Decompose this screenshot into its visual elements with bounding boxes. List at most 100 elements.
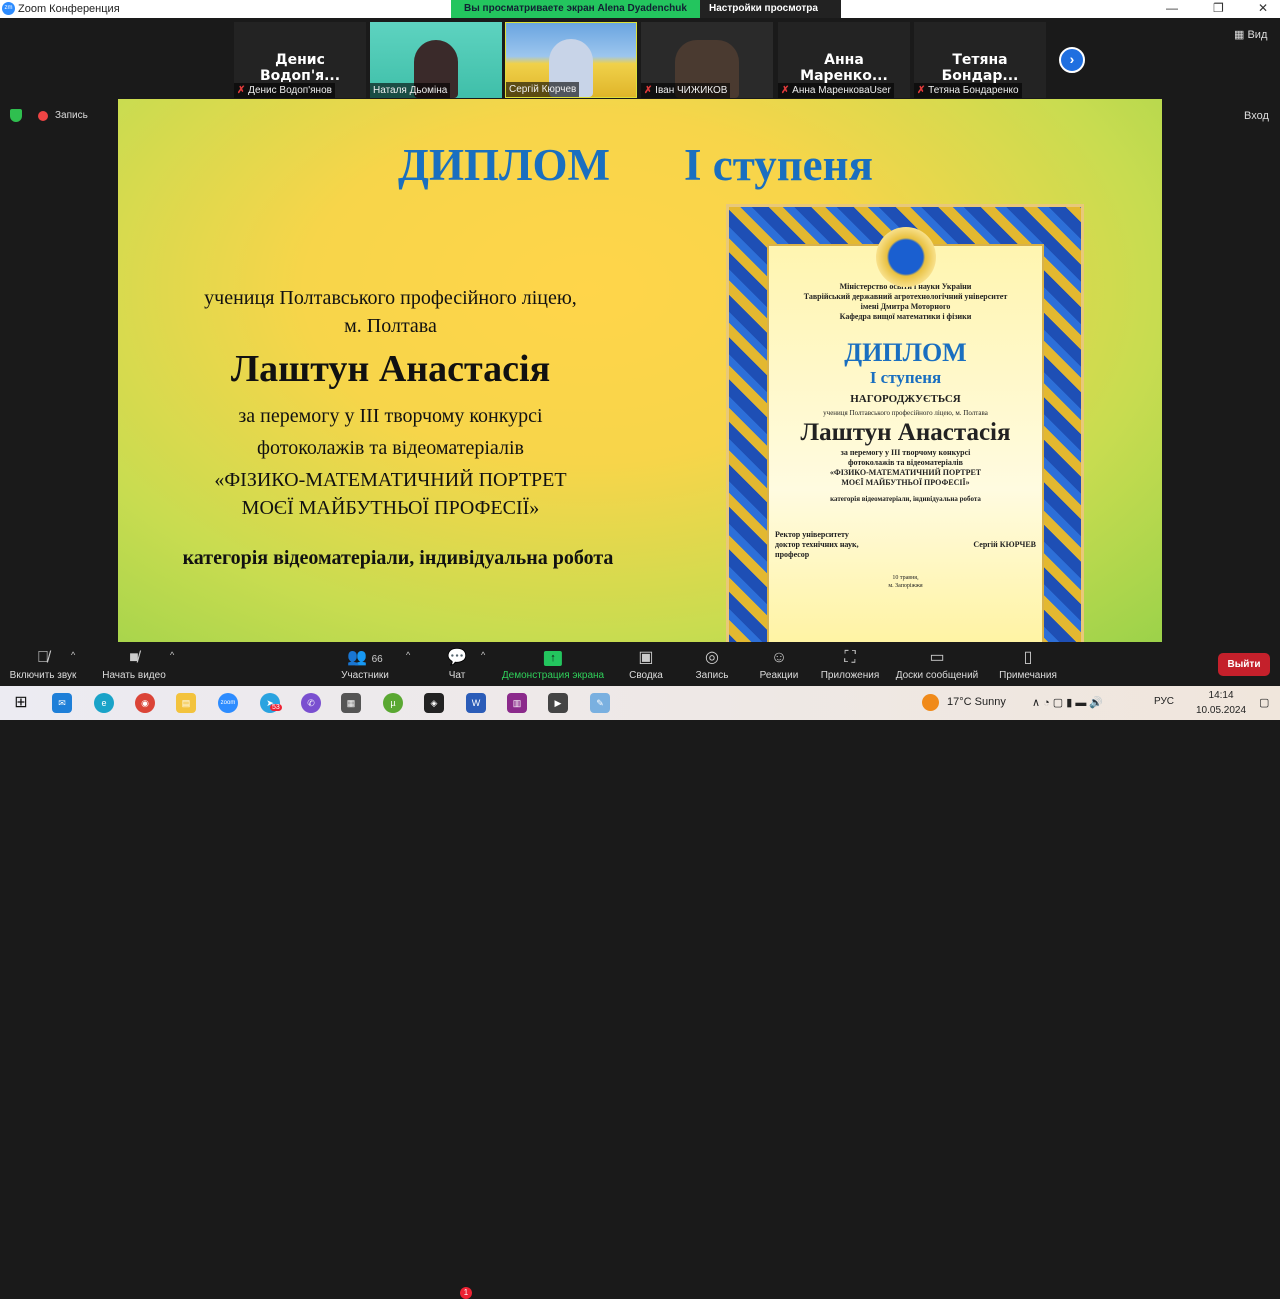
audio-options-caret[interactable]: ^ bbox=[71, 650, 75, 660]
unmute-button[interactable]: 🎙̸ Включить звук bbox=[10, 648, 77, 681]
minimize-button[interactable]: — bbox=[1166, 1, 1178, 15]
share-screen-button[interactable]: ↑ Демонстрация экрана bbox=[502, 648, 604, 681]
calculator-icon[interactable]: ▦ bbox=[341, 693, 361, 713]
next-page-chevron-icon[interactable]: › bbox=[1059, 47, 1085, 73]
notes-icon: ▯ bbox=[1023, 649, 1033, 666]
clock[interactable]: 14:14 10.05.2024 bbox=[1196, 688, 1246, 718]
tray-icons[interactable]: ∧ ◔ ▢ ▮ ▬ 🔊 bbox=[1032, 696, 1103, 709]
close-button[interactable]: ✕ bbox=[1258, 1, 1268, 15]
windows-taskbar: ⊞ ✉ e ◉ ▤ zoom ➤ 53 ✆ ▦ µ ◈ W ▥ ▶ ✎ 17°C… bbox=[0, 686, 1280, 720]
leave-button[interactable]: Выйти bbox=[1218, 653, 1270, 676]
chat-options-caret[interactable]: ^ bbox=[481, 650, 485, 660]
participants-button[interactable]: 👥 66 Участники bbox=[341, 648, 389, 681]
reactions-button[interactable]: ☺ Реакции bbox=[760, 648, 799, 681]
windows-start-icon[interactable]: ⊞ bbox=[11, 693, 31, 713]
weather-text[interactable]: 17°C Sunny bbox=[947, 696, 1006, 708]
diploma-inner: Міністерство освіти і науки УкраїниТаврі… bbox=[767, 244, 1044, 642]
media-app-icon[interactable]: ▶ bbox=[548, 693, 568, 713]
participant-name-tag: ✗ Іван ЧИЖИКОВ bbox=[641, 83, 731, 98]
muted-mic-icon: ✗ bbox=[781, 85, 790, 96]
participant-display-name: Тетяна Бондар... bbox=[941, 52, 1019, 84]
slide-body: учениця Полтавського професійного ліцею,… bbox=[148, 284, 633, 522]
slide-line: МОЄЇ МАЙБУТНЬОЇ ПРОФЕСІЇ» bbox=[241, 497, 540, 519]
notes-button[interactable]: ▯ Примечания bbox=[999, 648, 1057, 681]
record-button[interactable]: ◎ Запись bbox=[696, 648, 729, 681]
awardee-name: Лаштун Анастасія bbox=[230, 348, 551, 390]
muted-mic-icon: 🎙̸ bbox=[36, 649, 49, 666]
participant-tile[interactable]: Анна Маренко... ✗ Анна МаренковаUser bbox=[778, 22, 910, 98]
slide-line: фотоколажів та відеоматеріалів bbox=[257, 437, 524, 459]
participant-display-name: Анна Маренко... bbox=[800, 52, 888, 84]
screen-share-banner: Вы просматриваете экран Alena Dyadenchuk bbox=[451, 0, 700, 18]
participant-video-tile[interactable]: ✗ Іван ЧИЖИКОВ bbox=[641, 22, 773, 98]
window-title: Zoom Конференция bbox=[18, 3, 120, 15]
paint-icon[interactable]: ✎ bbox=[590, 693, 610, 713]
start-video-button[interactable]: ■̸ Начать видео bbox=[102, 648, 166, 681]
notifications-icon[interactable]: ▢ bbox=[1259, 696, 1269, 709]
telegram-badge: 53 bbox=[270, 704, 282, 711]
chrome-icon[interactable]: ◉ bbox=[135, 693, 155, 713]
slide-line: за перемогу у ІІІ творчому конкурсі bbox=[238, 405, 543, 427]
apps-icon: ⛶ bbox=[844, 649, 856, 666]
security-shield-icon[interactable] bbox=[10, 109, 22, 122]
view-button[interactable]: ▦ Вид bbox=[1234, 28, 1267, 41]
word-icon[interactable]: W bbox=[466, 693, 486, 713]
meeting-toolbar: 🎙̸ Включить звук ^ ■̸ Начать видео ^ 👥 66 У… bbox=[0, 642, 1280, 1299]
chat-button[interactable]: 💬 Чат bbox=[447, 648, 467, 681]
record-icon: ◎ bbox=[705, 649, 719, 666]
exit-fullscreen-button[interactable]: Вход bbox=[1244, 110, 1269, 122]
participants-options-caret[interactable]: ^ bbox=[406, 650, 410, 660]
utorrent-icon[interactable]: µ bbox=[383, 693, 403, 713]
participant-name-tag: Наталя Дьоміна bbox=[370, 83, 451, 98]
diploma-image: Міністерство освіти і науки УкраїниТаврі… bbox=[726, 204, 1084, 642]
muted-mic-icon: ✗ bbox=[237, 85, 246, 96]
whiteboard-icon: ▭ bbox=[929, 649, 945, 666]
slide-line: учениця Полтавського професійного ліцею, bbox=[204, 287, 577, 309]
video-options-caret[interactable]: ^ bbox=[170, 650, 174, 660]
slide-line: «ФІЗИКО-МАТЕМАТИЧНИЙ ПОРТРЕТ bbox=[214, 469, 567, 491]
recording-icon bbox=[38, 111, 48, 121]
viber-icon[interactable]: ✆ bbox=[301, 693, 321, 713]
summary-icon: ▣ bbox=[638, 649, 654, 666]
smiley-icon: ☺ bbox=[770, 649, 788, 666]
participant-name-tag: ✗ Анна МаренковаUser bbox=[778, 83, 894, 98]
grid-icon: ▦ bbox=[1234, 29, 1245, 41]
edge-icon[interactable]: e bbox=[94, 693, 114, 713]
zoom-logo-icon: zm bbox=[2, 2, 15, 15]
participant-video-tile[interactable]: Сергій Кюрчев bbox=[505, 22, 637, 98]
people-icon: 👥 bbox=[347, 649, 368, 666]
participant-name-tag: Сергій Кюрчев bbox=[506, 82, 580, 97]
share-arrow-icon: ↑ bbox=[544, 651, 562, 666]
view-settings-button[interactable]: Настройки просмотра ⌄ bbox=[700, 0, 841, 32]
view-settings-label: Настройки просмотра bbox=[709, 3, 818, 14]
diploma-emblem bbox=[876, 227, 936, 287]
slide-line: м. Полтава bbox=[344, 315, 437, 337]
slide-category: категорія відеоматеріали, індивідуальна … bbox=[182, 547, 614, 569]
summary-button[interactable]: ▣ Сводка bbox=[629, 648, 663, 681]
file-explorer-icon[interactable]: ▤ bbox=[176, 693, 196, 713]
participant-tile[interactable]: Тетяна Бондар... ✗ Тетяна Бондаренко bbox=[914, 22, 1046, 98]
participant-name-tag: ✗ Тетяна Бондаренко bbox=[914, 83, 1022, 98]
whiteboards-button[interactable]: ▭ Доски сообщений bbox=[896, 648, 979, 681]
muted-mic-icon: ✗ bbox=[917, 85, 926, 96]
participant-display-name: Денис Водоп'я... bbox=[259, 52, 341, 84]
winrar-icon[interactable]: ▥ bbox=[507, 693, 527, 713]
weather-sun-icon[interactable] bbox=[922, 694, 939, 711]
chat-icon: 💬 bbox=[447, 649, 467, 666]
apps-button[interactable]: ⛶ Приложения bbox=[821, 648, 880, 681]
shared-screen: ДИПЛОМ І ступеня учениця Полтавського пр… bbox=[118, 99, 1162, 642]
maximize-button[interactable]: ❐ bbox=[1213, 1, 1224, 15]
participant-tile[interactable]: Денис Водоп'я... ✗ Денис Водоп'янов bbox=[234, 22, 366, 98]
slide-degree: І ступеня bbox=[684, 140, 873, 190]
muted-mic-icon: ✗ bbox=[644, 85, 653, 96]
language-indicator[interactable]: РУС bbox=[1154, 696, 1174, 707]
mail-icon[interactable]: ✉ bbox=[52, 693, 72, 713]
video-off-icon: ■̸ bbox=[129, 649, 139, 666]
vpn-icon[interactable]: ◈ bbox=[424, 693, 444, 713]
recording-label: Запись bbox=[55, 110, 88, 121]
zoom-app-icon[interactable]: zoom bbox=[218, 693, 238, 713]
participant-video-tile[interactable]: Наталя Дьоміна bbox=[370, 22, 502, 98]
chat-badge: 1 bbox=[460, 1287, 472, 1299]
participant-name-tag: ✗ Денис Водоп'янов bbox=[234, 83, 335, 98]
slide-title: ДИПЛОМ bbox=[398, 140, 610, 190]
